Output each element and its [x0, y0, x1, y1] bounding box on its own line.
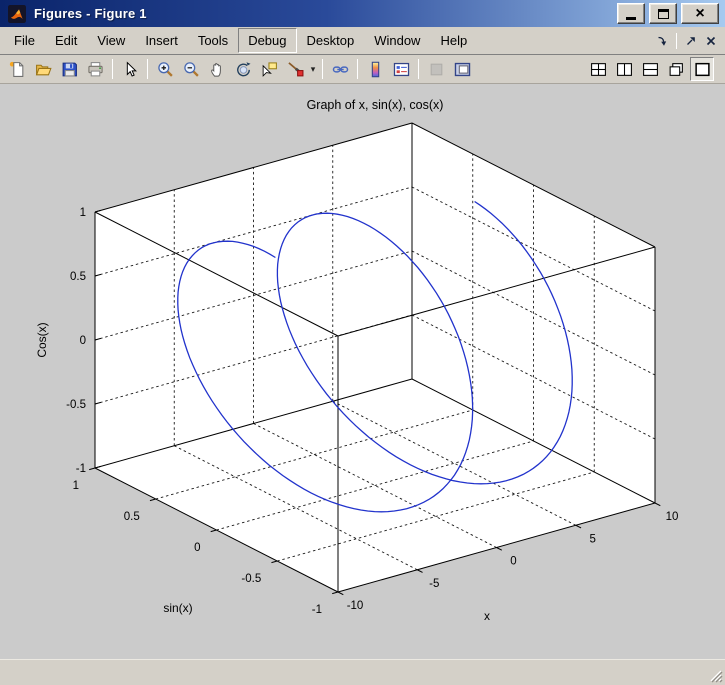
new-figure-button[interactable] [5, 57, 29, 81]
x-axis-label: x [484, 609, 490, 623]
y-tick-label: 1 [73, 480, 79, 492]
x-tick-label: 0 [510, 556, 516, 568]
menu-desktop[interactable]: Desktop [297, 28, 365, 53]
show-plot-tools-button[interactable] [450, 57, 474, 81]
menu-tools[interactable]: Tools [188, 28, 238, 53]
y-axis-label: sin(x) [163, 601, 192, 615]
insert-colorbar-button[interactable] [363, 57, 387, 81]
dock-figure-icon[interactable] [654, 33, 670, 49]
minimize-button[interactable] [617, 3, 645, 24]
tile-rows-button[interactable] [638, 57, 662, 81]
menu-view[interactable]: View [87, 28, 135, 53]
undock-figure-icon[interactable] [683, 33, 699, 49]
minimize-icon [626, 17, 636, 20]
zoom-out-button[interactable] [179, 57, 203, 81]
plot-title: Graph of x, sin(x), cos(x) [307, 98, 444, 112]
z-tick-label: -1 [76, 463, 86, 475]
resize-grip[interactable] [709, 669, 723, 683]
z-tick-label: 1 [80, 207, 86, 219]
toolbar: ▾ [0, 55, 725, 84]
close-button[interactable]: × [681, 3, 719, 24]
print-figure-button[interactable] [83, 57, 107, 81]
x-tick-label: -10 [347, 600, 364, 612]
toolbar-layout-group [585, 57, 715, 81]
x-tick-label: -5 [429, 578, 439, 590]
toolbar-separator [147, 59, 148, 79]
z-tick-label: 0.5 [70, 271, 86, 283]
statusbar [0, 659, 725, 685]
window-title: Figures - Figure 1 [34, 6, 617, 21]
menu-items: FileEditViewInsertToolsDebugDesktopWindo… [4, 28, 477, 53]
data-cursor-button[interactable] [257, 57, 281, 81]
toolbar-separator [112, 59, 113, 79]
maximize-icon [658, 9, 669, 19]
hide-plot-tools-button [424, 57, 448, 81]
close-figure-icon[interactable] [703, 33, 719, 49]
menubar-window-icons [652, 33, 721, 49]
close-icon: × [695, 7, 704, 21]
edit-plot-button[interactable] [118, 57, 142, 81]
insert-legend-button[interactable] [389, 57, 413, 81]
link-plot-button[interactable] [328, 57, 352, 81]
figure-canvas: -10 -5 0 5 10 -1 -0.5 0 0.5 1 -1 -0.5 0 0.5 1 x sin(x) Co… [0, 84, 725, 659]
toolbar-main-group: ▾ [4, 57, 475, 81]
y-tick-label: 0 [194, 542, 200, 554]
plot-axes[interactable]: -10 -5 0 5 10 -1 -0.5 0 0.5 1 -1 -0.5 0 0.5 1 x sin(x) Co… [0, 84, 725, 659]
titlebar[interactable]: Figures - Figure 1 × [0, 0, 725, 27]
z-tick-label: -0.5 [66, 399, 86, 411]
menu-insert[interactable]: Insert [135, 28, 188, 53]
pan-button[interactable] [205, 57, 229, 81]
y-tick-label: -1 [312, 604, 322, 616]
menu-debug[interactable]: Debug [238, 28, 296, 53]
menubar-separator [676, 33, 677, 49]
menu-help[interactable]: Help [430, 28, 477, 53]
y-tick-label: -0.5 [241, 573, 261, 585]
x-tick-label: 10 [666, 511, 679, 523]
brush-dropdown-caret[interactable]: ▾ [308, 64, 318, 75]
zoom-in-button[interactable] [153, 57, 177, 81]
toolbar-separator [418, 59, 419, 79]
menubar: FileEditViewInsertToolsDebugDesktopWindo… [0, 27, 725, 55]
figure-window: Figures - Figure 1 × FileEditViewInsertT… [0, 0, 725, 685]
save-figure-button[interactable] [57, 57, 81, 81]
open-file-button[interactable] [31, 57, 55, 81]
z-tick-label: 0 [80, 335, 86, 347]
tile-columns-button[interactable] [612, 57, 636, 81]
float-windows-button[interactable] [664, 57, 688, 81]
y-tick-label: 0.5 [124, 511, 140, 523]
toolbar-separator [322, 59, 323, 79]
x-tick-label: 5 [590, 533, 596, 545]
toolbar-separator [357, 59, 358, 79]
menu-edit[interactable]: Edit [45, 28, 87, 53]
brush-data-button[interactable] [283, 57, 307, 81]
menu-file[interactable]: File [4, 28, 45, 53]
maximize-tile-button[interactable] [690, 57, 714, 81]
window-controls: × [617, 3, 719, 24]
rotate-3d-button[interactable] [231, 57, 255, 81]
tile-grid-button[interactable] [586, 57, 610, 81]
maximize-button[interactable] [649, 3, 677, 24]
menu-window[interactable]: Window [364, 28, 430, 53]
z-axis-label: Cos(x) [35, 322, 49, 357]
matlab-logo-icon [8, 5, 26, 23]
